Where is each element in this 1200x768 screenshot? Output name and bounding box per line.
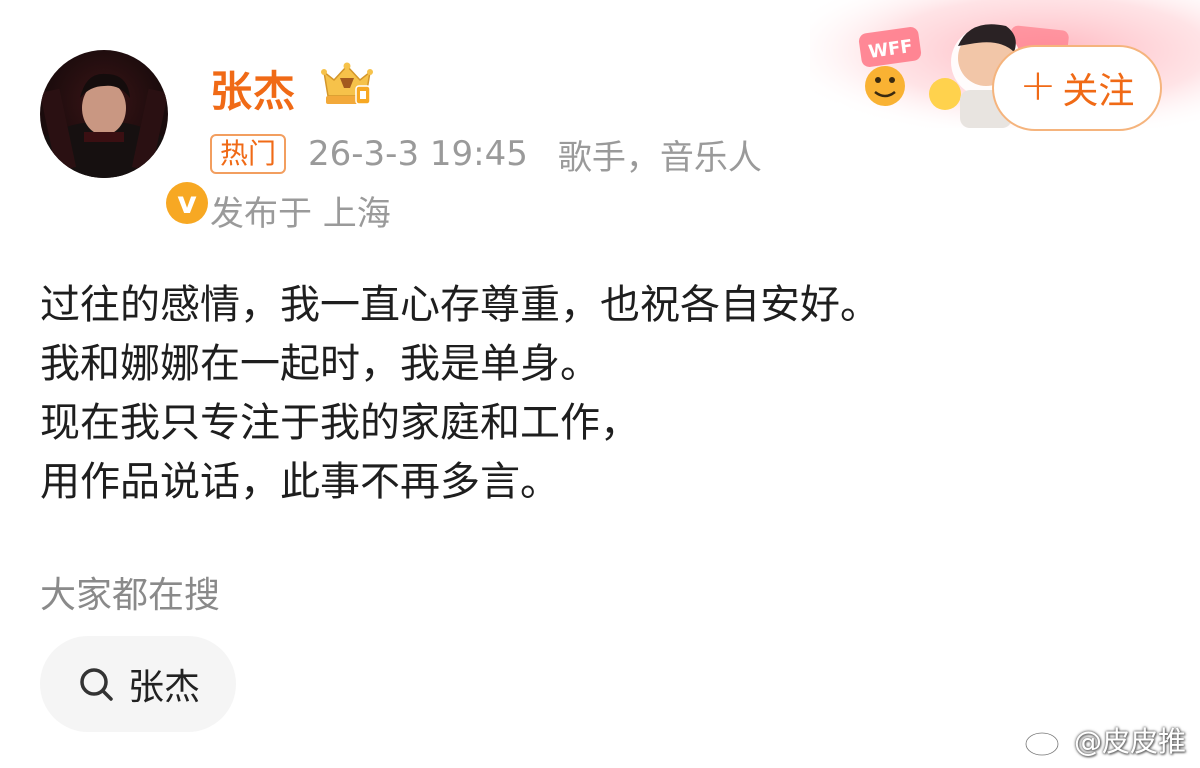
author-name[interactable]: 张杰 — [210, 58, 296, 119]
author-bio: 歌手，音乐人 — [557, 137, 762, 178]
post-body-line: 我和娜娜在一起时，我是单身。 — [40, 341, 600, 387]
trending-search-heading: 大家都在搜 — [40, 575, 221, 616]
hot-tag: 热门 — [210, 134, 287, 174]
search-icon — [80, 668, 113, 701]
post-body-line: 现在我只专注于我的家庭和工作， — [40, 400, 640, 446]
search-chip[interactable]: 张杰 — [40, 636, 236, 732]
verified-badge-icon: v — [166, 182, 208, 224]
author-avatar[interactable]: v — [40, 50, 212, 228]
post-time: 26-3-3 19:45 — [308, 134, 528, 174]
verified-badge: v — [162, 178, 212, 228]
follow-button[interactable]: + 关注 — [992, 45, 1162, 131]
post-body-line: 过往的感情，我一直心存尊重，也祝各自安好。 — [40, 282, 880, 328]
follow-button-label: 关注 — [1062, 71, 1135, 112]
plus-icon: + — [1019, 60, 1057, 111]
post-location: 发布于 上海 — [210, 194, 391, 234]
search-chip-label: 张杰 — [127, 667, 200, 708]
post-body: 过往的感情，我一直心存尊重，也祝各自安好。 我和娜娜在一起时，我是单身。 现在我… — [40, 276, 880, 512]
watermark-text: @皮皮推 — [1073, 725, 1186, 758]
post-body-line: 用作品说话，此事不再多言。 — [40, 459, 560, 505]
weibo-logo-icon — [1024, 725, 1064, 757]
post-meta: 热门 26-3-3 19:45 歌手，音乐人 — [210, 132, 762, 178]
crown-badge-icon — [321, 62, 373, 105]
avatar-portrait-icon — [40, 73, 168, 178]
watermark: @皮皮推 — [1024, 720, 1186, 760]
